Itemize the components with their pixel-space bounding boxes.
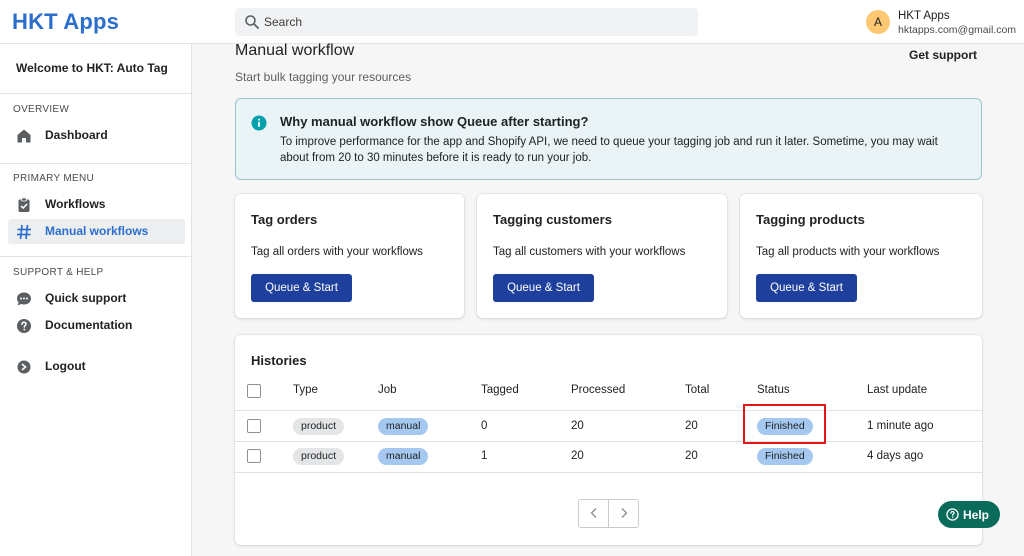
banner-body: To improve performance for the app and S… <box>280 136 938 164</box>
column-header-last-update[interactable]: Last update <box>867 384 927 396</box>
sidebar-divider <box>0 163 191 164</box>
job-badge: manual <box>378 448 429 465</box>
get-support-link[interactable]: Get support <box>909 48 977 62</box>
sidebar-item-documentation[interactable]: Documentation <box>8 313 185 338</box>
welcome-text: Welcome to HKT: Auto Tag <box>16 61 168 75</box>
prev-page-button[interactable] <box>579 500 609 527</box>
chevron-left-icon <box>590 508 597 518</box>
page-subtitle: Start bulk tagging your resources <box>235 70 412 84</box>
sidebar-item-label: Workflows <box>45 197 106 211</box>
type-badge: product <box>293 418 345 435</box>
section-overview: OVERVIEW <box>13 104 70 115</box>
sidebar-item-label: Quick support <box>45 291 127 305</box>
row-divider <box>235 410 982 411</box>
user-email: hktapps.com@gmail.com <box>898 24 1017 36</box>
avatar[interactable]: A <box>866 10 890 34</box>
job-badge: manual <box>378 418 429 435</box>
row-checkbox[interactable] <box>247 419 261 433</box>
user-name: HKT Apps <box>898 10 950 22</box>
row-divider <box>235 472 982 473</box>
help-label: Help <box>963 508 990 522</box>
processed-value: 20 <box>571 450 584 462</box>
logout-icon <box>17 360 31 374</box>
card-description: Tag all orders with your workflows <box>251 246 423 258</box>
hash-icon <box>17 224 31 240</box>
column-header-tagged[interactable]: Tagged <box>481 384 519 396</box>
column-header-type[interactable]: Type <box>293 384 318 396</box>
card-tag-orders: Tag orders Tag all orders with your work… <box>235 194 464 318</box>
card-title: Tag orders <box>251 212 318 227</box>
sidebar-divider <box>0 256 191 257</box>
card-title: Tagging products <box>756 212 865 227</box>
histories-title: Histories <box>251 353 307 368</box>
tagged-value: 1 <box>481 450 488 462</box>
app-logo[interactable]: HKT Apps <box>12 9 119 35</box>
card-tagging-products: Tagging products Tag all products with y… <box>740 194 982 318</box>
sidebar-item-label: Documentation <box>45 318 133 332</box>
column-header-processed[interactable]: Processed <box>571 384 625 396</box>
column-header-total[interactable]: Total <box>685 384 709 396</box>
search-icon <box>245 15 259 29</box>
chevron-right-icon <box>621 508 628 518</box>
sidebar-item-dashboard[interactable]: Dashboard <box>8 123 185 148</box>
status-highlight-box <box>743 404 826 444</box>
search-input[interactable] <box>264 8 684 36</box>
column-header-status[interactable]: Status <box>757 384 790 396</box>
banner-title: Why manual workflow show Queue after sta… <box>280 114 589 129</box>
card-description: Tag all products with your workflows <box>756 246 940 258</box>
status-badge: Finished <box>757 448 813 465</box>
sidebar-item-logout[interactable]: Logout <box>8 354 185 379</box>
queue-start-orders-button[interactable]: Queue & Start <box>251 274 352 302</box>
queue-start-products-button[interactable]: Queue & Start <box>756 274 857 302</box>
sidebar-item-workflows[interactable]: Workflows <box>8 192 185 217</box>
row-checkbox[interactable] <box>247 449 261 463</box>
processed-value: 20 <box>571 420 584 432</box>
select-all-checkbox[interactable] <box>247 384 261 398</box>
total-value: 20 <box>685 450 698 462</box>
page-title: Manual workflow <box>235 42 355 59</box>
home-icon <box>17 129 31 143</box>
chat-icon <box>17 292 31 306</box>
sidebar: Welcome to HKT: Auto Tag OVERVIEW Dashbo… <box>0 44 192 556</box>
sidebar-divider <box>0 93 191 94</box>
sidebar-item-label: Manual workflows <box>45 224 149 238</box>
column-header-job[interactable]: Job <box>378 384 397 396</box>
section-primary-menu: PRIMARY MENU <box>13 173 95 184</box>
queue-start-customers-button[interactable]: Queue & Start <box>493 274 594 302</box>
total-value: 20 <box>685 420 698 432</box>
sidebar-item-label: Logout <box>45 359 86 373</box>
sidebar-item-label: Dashboard <box>45 128 108 142</box>
next-page-button[interactable] <box>609 500 639 527</box>
info-icon <box>251 115 267 131</box>
type-badge: product <box>293 448 345 465</box>
card-description: Tag all customers with your workflows <box>493 246 686 258</box>
sidebar-item-manual-workflows[interactable]: Manual workflows <box>8 219 185 244</box>
card-title: Tagging customers <box>493 212 612 227</box>
last-update-value: 1 minute ago <box>867 420 934 432</box>
section-support-help: SUPPORT & HELP <box>13 267 104 278</box>
info-banner: Why manual workflow show Queue after sta… <box>235 98 982 180</box>
help-button[interactable]: Help <box>938 501 1000 528</box>
search-bar[interactable] <box>235 8 698 36</box>
sidebar-item-quick-support[interactable]: Quick support <box>8 286 185 311</box>
last-update-value: 4 days ago <box>867 450 924 462</box>
question-icon <box>17 319 31 333</box>
card-tagging-customers: Tagging customers Tag all customers with… <box>477 194 727 318</box>
tagged-value: 0 <box>481 420 488 432</box>
help-circle-icon <box>946 508 959 521</box>
row-divider <box>235 441 982 442</box>
pagination <box>578 499 639 528</box>
top-bar: HKT Apps A HKT Apps hktapps.com@gmail.co… <box>0 0 1024 44</box>
clipboard-icon <box>18 197 30 212</box>
